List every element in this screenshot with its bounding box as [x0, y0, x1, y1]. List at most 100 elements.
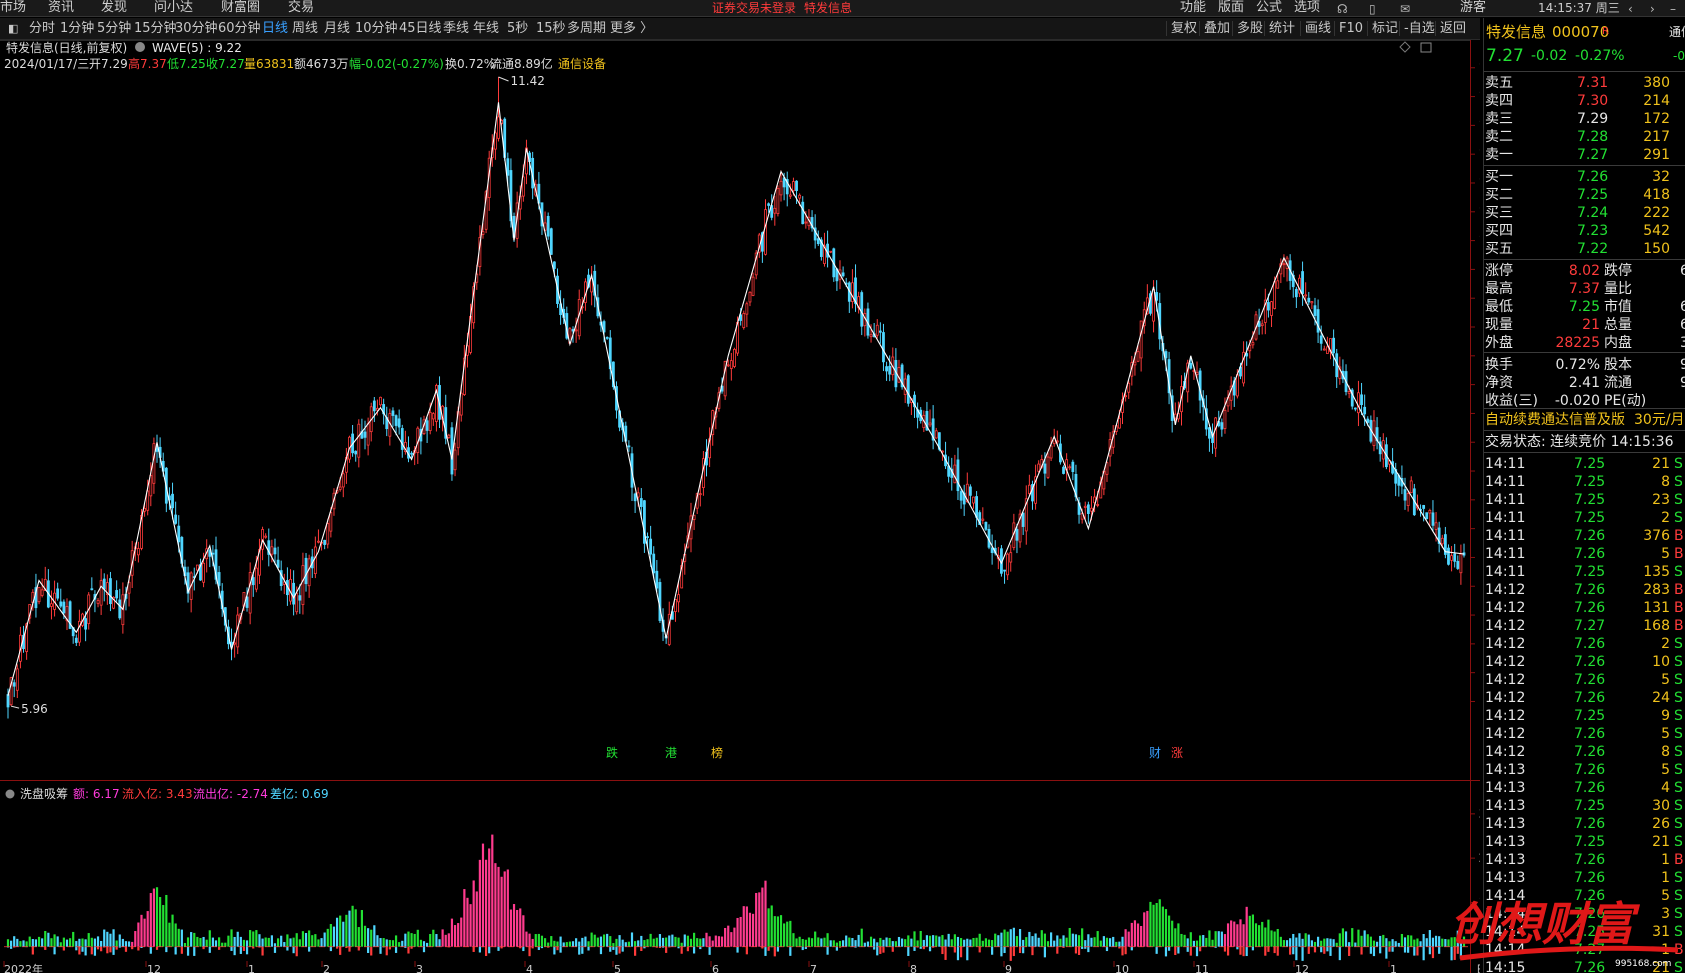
tick-side: S — [1674, 888, 1683, 904]
sub-bar — [565, 942, 568, 947]
minimize-icon[interactable]: – — [1670, 1, 1676, 17]
sub-bar-neg — [388, 946, 391, 950]
period-tab-16[interactable]: 更多 〉 — [610, 18, 653, 39]
toolbar-button-0[interactable]: 复权 — [1171, 18, 1197, 39]
time-tick-label: 8 — [910, 963, 917, 973]
login-notice[interactable]: 证券交易未登录 — [712, 0, 796, 16]
ask-row-0: 卖五 7.31 380 — [1484, 74, 1685, 92]
candle-body — [1363, 406, 1367, 415]
tick-side: S — [1674, 492, 1683, 508]
toolbar-button-2[interactable]: 多股 — [1237, 18, 1263, 39]
period-tab-0[interactable]: 分时 — [29, 18, 55, 39]
toolbar-button-1[interactable]: 叠加 — [1204, 18, 1230, 39]
sub-bar-neg — [112, 946, 115, 955]
sub-bar — [1000, 932, 1003, 947]
sub-bar-neg — [339, 946, 342, 955]
menu-layout[interactable]: 版面 — [1218, 0, 1244, 16]
menu-wealth[interactable]: 财富圈 — [221, 0, 260, 16]
toolbar-button-4[interactable]: 画线 — [1305, 18, 1331, 39]
candle-body — [1267, 302, 1270, 311]
candle — [1068, 464, 1072, 471]
bid-label: 买三 — [1485, 205, 1513, 221]
chart-canvas[interactable]: 11.5011.2511.0010.7510.5010.2510.009.759… — [0, 40, 1480, 973]
sub-bar — [261, 938, 264, 947]
sub-bar-neg — [261, 946, 264, 956]
candle — [1220, 418, 1224, 437]
sub-bar-neg — [230, 946, 233, 951]
candle — [1049, 436, 1053, 462]
period-tab-1[interactable]: 1分钟 — [60, 18, 94, 39]
candle-body — [248, 572, 252, 614]
menu-market[interactable]: 市场 — [0, 0, 26, 16]
phone-icon[interactable]: ▯ — [1369, 1, 1376, 17]
sub-bar-neg — [1379, 946, 1382, 954]
toolbar-button-8[interactable]: 返回 — [1440, 18, 1466, 39]
menu-discover[interactable]: 发现 — [101, 0, 127, 16]
toolbar-button-6[interactable]: 标记 — [1372, 18, 1398, 39]
sub-bar — [820, 938, 823, 947]
period-tab-10[interactable]: 45日线 — [399, 18, 442, 39]
menu-options[interactable]: 选项 — [1294, 0, 1320, 16]
forward-icon[interactable]: › — [1650, 1, 1655, 17]
tick-time: 14:15 — [1485, 960, 1526, 973]
candle — [1322, 345, 1326, 351]
period-tab-15[interactable]: 多周期 — [567, 18, 606, 39]
period-tab-11[interactable]: 季线 — [443, 18, 469, 39]
user-name[interactable]: 游客 — [1460, 0, 1486, 16]
sub-bar — [1140, 926, 1143, 947]
sub-bar — [177, 928, 180, 947]
toolbar-button-3[interactable]: 统计 — [1269, 18, 1295, 39]
sub-bar-neg — [1022, 946, 1025, 954]
sub-bar-neg — [907, 946, 910, 956]
menu-function[interactable]: 功能 — [1180, 0, 1206, 16]
tick-row-10: 14:12 7.26 2 S — [1484, 635, 1685, 653]
period-tab-6[interactable]: 日线 — [262, 18, 288, 39]
candle-body — [1316, 309, 1320, 333]
candle-body — [869, 334, 873, 338]
menu-ask[interactable]: 问小达 — [154, 0, 193, 16]
menu-news[interactable]: 资讯 — [48, 0, 74, 16]
back-icon[interactable]: ‹ — [1628, 1, 1633, 17]
sub-bar — [1338, 933, 1341, 947]
candle-body — [990, 547, 994, 553]
candle — [37, 586, 41, 605]
toolbar-button-5[interactable]: F10 — [1339, 18, 1363, 39]
toolbar-button-7[interactable]: -自选 — [1404, 18, 1435, 39]
headset-icon[interactable]: ☊ — [1337, 1, 1348, 17]
sub-bar — [550, 936, 553, 947]
sub-bar — [109, 933, 112, 947]
period-tab-13[interactable]: 5秒 — [507, 18, 528, 39]
candle-body — [1425, 512, 1429, 520]
tick-volume: 283 — [1643, 582, 1670, 598]
price-tick-label: 10.25 — [1479, 205, 1480, 219]
candle-body — [816, 238, 820, 245]
period-tab-9[interactable]: 10分钟 — [355, 18, 398, 39]
period-tab-3[interactable]: 15分钟 — [134, 18, 177, 39]
time-tick-label: 7 — [810, 963, 817, 973]
sub-bar-neg — [90, 946, 93, 955]
period-tab-2[interactable]: 5分钟 — [97, 18, 131, 39]
period-tab-4[interactable]: 30分钟 — [175, 18, 218, 39]
period-tab-8[interactable]: 月线 — [324, 18, 350, 39]
period-tab-14[interactable]: 15秒 — [536, 18, 566, 39]
sub-bar-neg — [581, 946, 584, 954]
menu-trade[interactable]: 交易 — [288, 0, 314, 16]
mail-icon[interactable]: ✉ — [1400, 1, 1410, 17]
period-tab-7[interactable]: 周线 — [292, 18, 318, 39]
sub-bar-neg — [522, 946, 525, 952]
tick-time: 14:14 — [1485, 924, 1526, 940]
sidebar-toggle-icon[interactable]: ◧ — [8, 18, 18, 39]
candle — [1062, 465, 1065, 475]
sub-bar — [1375, 941, 1379, 947]
sub-bar — [826, 933, 829, 947]
kline-chart[interactable]: 11.5011.2511.0010.7510.5010.2510.009.759… — [0, 40, 1480, 973]
menu-formula[interactable]: 公式 — [1256, 0, 1282, 16]
sub-bar-neg — [665, 946, 668, 953]
candle-body — [1127, 382, 1131, 393]
period-tab-12[interactable]: 年线 — [473, 18, 499, 39]
tick-row-24: 14:14 7.26 5 S — [1484, 887, 1685, 905]
candle — [906, 374, 910, 407]
login-link[interactable]: 特发信息 — [804, 0, 852, 16]
period-tab-5[interactable]: 60分钟 — [218, 18, 261, 39]
candle-body — [751, 276, 755, 296]
